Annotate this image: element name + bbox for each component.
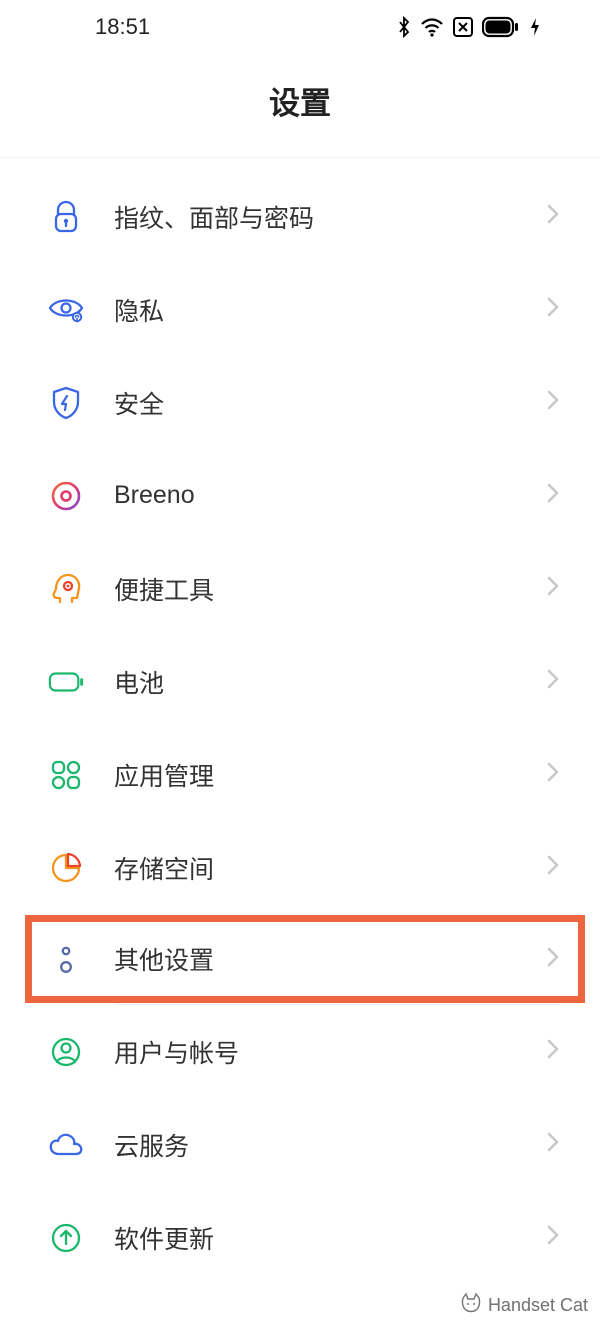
- settings-item-cloud[interactable]: 云服务: [0, 1098, 600, 1191]
- update-icon: [48, 1220, 84, 1256]
- chevron-right-icon: [546, 295, 560, 324]
- settings-item-label: 电池: [114, 664, 546, 700]
- settings-item-security[interactable]: 安全: [0, 356, 600, 449]
- bluetooth-icon: [396, 16, 412, 38]
- settings-item-label: 用户与帐号: [114, 1034, 546, 1070]
- shield-icon: [48, 385, 84, 421]
- battery-icon: [48, 664, 84, 700]
- settings-item-battery[interactable]: 电池: [0, 635, 600, 728]
- chevron-right-icon: [546, 667, 560, 696]
- page-title: 设置: [0, 50, 600, 158]
- settings-item-label: 云服务: [114, 1127, 546, 1163]
- apps-icon: [48, 757, 84, 793]
- lock-icon: [48, 199, 84, 235]
- settings-item-label: 隐私: [114, 292, 546, 328]
- settings-item-label: 便捷工具: [114, 571, 546, 607]
- settings-item-label: 软件更新: [114, 1220, 546, 1256]
- settings-item-fingerprint[interactable]: 指纹、面部与密码: [0, 170, 600, 263]
- battery-icon: [482, 16, 522, 38]
- dots-icon: [48, 941, 84, 977]
- chevron-right-icon: [546, 481, 560, 510]
- settings-item-breeno[interactable]: Breeno: [0, 449, 600, 542]
- chevron-right-icon: [546, 202, 560, 231]
- cloud-icon: [48, 1127, 84, 1163]
- settings-item-apps[interactable]: 应用管理: [0, 728, 600, 821]
- pie-icon: [48, 850, 84, 886]
- settings-item-label: Breeno: [114, 481, 546, 510]
- settings-item-label: 存储空间: [114, 850, 546, 886]
- user-icon: [48, 1034, 84, 1070]
- watermark: Handset Cat: [460, 1292, 588, 1319]
- chevron-right-icon: [546, 945, 560, 974]
- settings-item-label: 应用管理: [114, 757, 546, 793]
- chevron-right-icon: [546, 760, 560, 789]
- status-time: 18:51: [95, 14, 150, 40]
- settings-item-update[interactable]: 软件更新: [0, 1191, 600, 1284]
- chevron-right-icon: [546, 388, 560, 417]
- close-box-icon: [452, 16, 474, 38]
- charging-icon: [530, 16, 540, 38]
- settings-list: 指纹、面部与密码隐私安全 Breeno 便捷工具电池应用管理存储空间其他设置用户与帐…: [0, 158, 600, 1284]
- chevron-right-icon: [546, 1130, 560, 1159]
- settings-item-label: 指纹、面部与密码: [114, 199, 546, 235]
- eye-icon: [48, 292, 84, 328]
- settings-item-storage[interactable]: 存储空间: [0, 821, 600, 914]
- watermark-text: Handset Cat: [488, 1295, 588, 1316]
- settings-item-other[interactable]: 其他设置: [24, 914, 586, 1004]
- chevron-right-icon: [546, 574, 560, 603]
- cat-icon: [460, 1292, 482, 1319]
- wifi-icon: [420, 17, 444, 37]
- settings-item-account[interactable]: 用户与帐号: [0, 1005, 600, 1098]
- circle-dot-icon: [48, 478, 84, 514]
- chevron-right-icon: [546, 1223, 560, 1252]
- status-bar: 18:51: [0, 0, 600, 50]
- chevron-right-icon: [546, 853, 560, 882]
- head-gear-icon: [48, 571, 84, 607]
- settings-item-label: 其他设置: [114, 941, 546, 977]
- status-indicators: [396, 16, 550, 38]
- chevron-right-icon: [546, 1037, 560, 1066]
- settings-item-privacy[interactable]: 隐私: [0, 263, 600, 356]
- settings-item-tools[interactable]: 便捷工具: [0, 542, 600, 635]
- settings-item-label: 安全: [114, 385, 546, 421]
